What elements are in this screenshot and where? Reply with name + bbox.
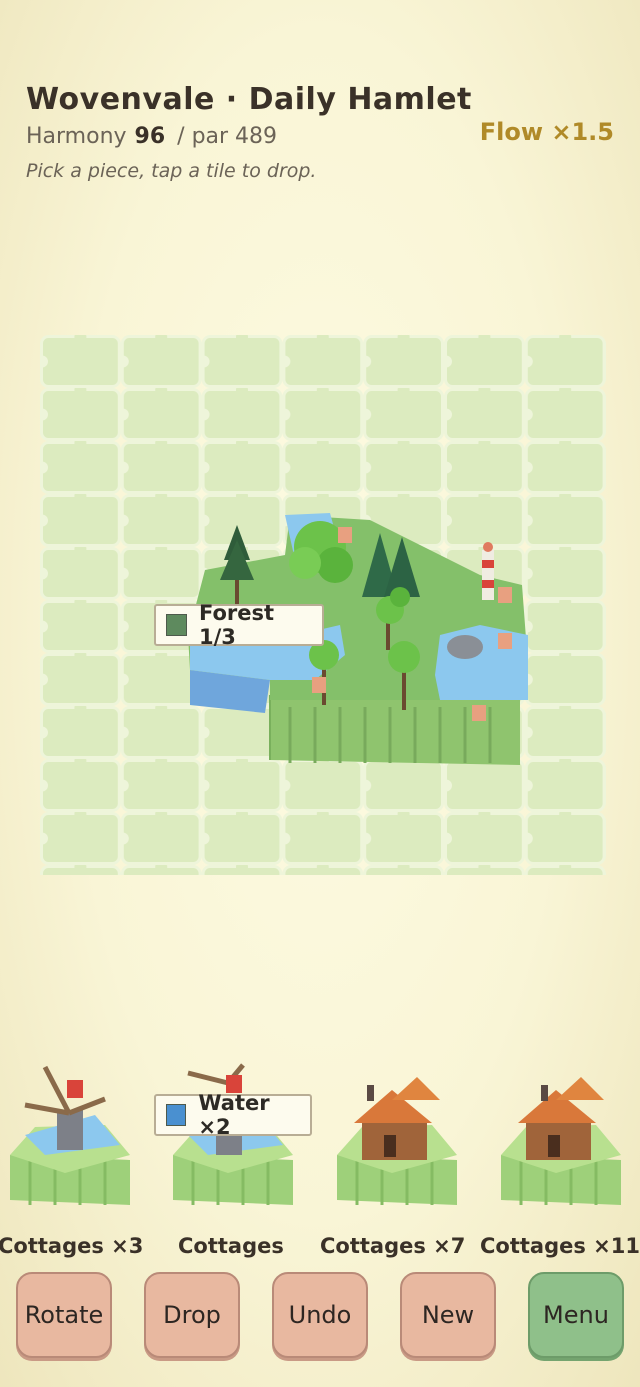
game-title: Wovenvale · Daily Hamlet [26, 82, 472, 117]
piece-tray [0, 1055, 640, 1215]
undo-button[interactable]: Undo [272, 1272, 368, 1358]
piece-label: Cottages ×3 [0, 1234, 144, 1258]
score-line: Harmony 96 / par 489 [26, 124, 277, 149]
piece-cottage-2[interactable] [496, 1055, 626, 1215]
flow-multiplier: Flow ×1.5 [479, 118, 614, 146]
score-value: 96 [134, 124, 166, 149]
piece-cottage-1[interactable] [332, 1055, 462, 1215]
grass-cliff [270, 690, 520, 765]
piece-label: Cottages ×7 [320, 1234, 466, 1258]
piece-windmill-1[interactable] [5, 1055, 135, 1215]
windmill-icon [57, 1110, 83, 1150]
par-value: / par 489 [177, 124, 278, 149]
score-label: Harmony [26, 124, 127, 149]
marker-icon [472, 705, 486, 721]
water-callout: Water ×2 [154, 1091, 312, 1139]
forest-label: Forest 1/3 [198, 601, 275, 649]
header: Wovenvale · Daily Hamlet Harmony 96 / par … [26, 82, 626, 182]
rock-icon [447, 635, 483, 659]
forest-callout: Forest 1/3 [154, 601, 324, 649]
piece-label: Cottages [178, 1234, 284, 1258]
rotate-button[interactable]: Rotate [16, 1272, 112, 1358]
forest-swatch [166, 614, 187, 636]
marker-icon [498, 633, 512, 649]
marker-icon [312, 677, 326, 693]
water-lake[interactable] [435, 625, 528, 700]
piece-labels: Cottages ×3 Cottages Cottages ×7 Cottage… [0, 1234, 640, 1266]
piece-label: Cottages ×11 [480, 1234, 640, 1258]
marker-icon [498, 587, 512, 603]
water-swatch [166, 1104, 187, 1126]
drop-button[interactable]: Drop [144, 1272, 240, 1358]
lighthouse-icon [482, 542, 494, 600]
new-button[interactable]: New [400, 1272, 496, 1358]
instruction-hint: Pick a piece, tap a tile to drop. [26, 160, 317, 182]
menu-button[interactable]: Menu [528, 1272, 624, 1358]
water-label: Water ×2 [198, 1091, 270, 1139]
marker-icon [338, 527, 352, 543]
